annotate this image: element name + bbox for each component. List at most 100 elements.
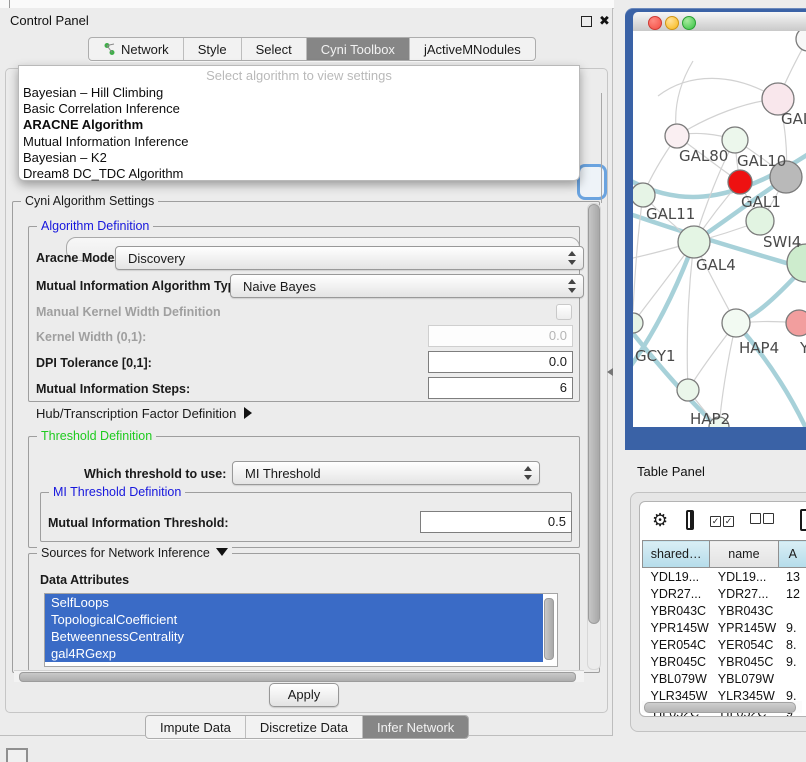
network-view-window[interactable]: GALGAL80GAL10GAL1GAL11SWI4GAL4HAP4YGCY1H… [625,8,806,450]
network-edge[interactable] [658,78,778,99]
table-cell: YER054C [643,636,710,653]
column-header[interactable]: shared… [643,541,710,568]
tab-label: Style [198,42,227,57]
close-window-icon[interactable] [648,16,662,30]
table-hscroll-thumb[interactable] [644,702,796,713]
network-window-titlebar[interactable] [633,12,806,32]
algorithm-option[interactable]: Dream8 DC_TDC Algorithm [19,166,579,182]
mi-steps-field[interactable]: 6 [428,377,573,399]
network-node[interactable] [633,183,655,207]
table-cell: YBR045C [710,653,778,670]
mi-type-combo[interactable]: Naive Bayes [230,274,584,298]
which-threshold-combo[interactable]: MI Threshold [232,461,540,485]
network-edge[interactable] [687,242,694,390]
manual-kernel-checkbox[interactable] [556,304,572,320]
table-row[interactable]: YBL079WYBL079W [643,670,806,687]
tab-cyni-toolbox[interactable]: Cyni Toolbox [307,38,410,60]
gear-icon[interactable]: ⚙ [652,510,668,531]
mi-threshold-field[interactable]: 0.5 [420,511,572,533]
algorithm-option[interactable]: Mutual Information Inference [19,134,579,150]
list-scrollbar-track[interactable] [545,595,556,665]
column-header[interactable]: A [778,541,806,568]
algorithm-option[interactable]: Bayesian – Hill Climbing [19,85,579,101]
table-row[interactable]: YDR27...YDR27...12 [643,585,806,602]
splitter-arrow-icon[interactable] [607,368,613,376]
control-panel-titlebar: Control Panel ✖ [0,8,612,34]
tab-label: Select [256,42,292,57]
tab-network[interactable]: Network [89,38,184,60]
settings-horizontal-scrollbar[interactable] [14,670,584,682]
node-label: GAL10 [737,152,786,170]
settings-group-title: Cyni Algorithm Settings [21,194,158,208]
sources-group-title[interactable]: Sources for Network Inference [37,546,232,560]
network-node[interactable] [665,124,689,148]
tab-impute-data[interactable]: Impute Data [146,716,246,738]
tab-label: jActiveMNodules [424,42,521,57]
network-node[interactable] [722,309,750,337]
table-cell: 13 [778,568,806,586]
collapsed-panel-icon[interactable] [6,748,28,762]
network-node[interactable] [728,170,752,194]
float-panel-icon[interactable] [581,16,592,27]
settings-vscroll-thumb[interactable] [588,204,600,624]
control-panel-tabs: Network Style Select Cyni Toolbox jActiveMNo… [88,37,536,61]
node-table-card: ⚙ ✓✓ shared…nameA YDL19...YDL19...13YDR2… [639,501,806,717]
tab-discretize-data[interactable]: Discretize Data [246,716,363,738]
table-row[interactable]: YBR043CYBR043C [643,602,806,619]
hub-definition-toggle[interactable]: Hub/Transcription Factor Definition [36,406,252,421]
combo-arrows-icon [568,251,576,265]
table-horizontal-scrollbar[interactable] [642,701,802,713]
table-row[interactable]: YER054CYER054C8. [643,636,806,653]
network-node[interactable] [677,379,699,401]
table-cell: YPR145W [710,619,778,636]
minimize-window-icon[interactable] [665,16,679,30]
table-row[interactable]: YBR045CYBR045C9. [643,653,806,670]
tab-select[interactable]: Select [242,38,307,60]
attribute-item-selected[interactable]: BetweennessCentrality [45,628,543,645]
combo-arrows-icon [568,279,576,293]
node-label: GAL80 [679,147,728,165]
network-graph: GALGAL80GAL10GAL1GAL11SWI4GAL4HAP4YGCY1H… [633,31,806,427]
select-all-checks-icon[interactable]: ✓✓ [708,511,734,529]
attribute-item-selected[interactable]: SelfLoops [45,594,543,611]
network-canvas[interactable]: GALGAL80GAL10GAL1GAL11SWI4GAL4HAP4YGCY1H… [633,31,806,427]
table-cell: YDR27... [643,585,710,602]
network-node[interactable] [746,207,774,235]
node-attribute-table: shared…nameA YDL19...YDL19...13YDR27...Y… [642,540,806,717]
column-header[interactable]: name [710,541,778,568]
network-node[interactable] [786,310,806,336]
aracne-mode-combo[interactable]: Discovery [115,246,584,270]
tab-jactivemnodules[interactable]: jActiveMNodules [410,38,535,60]
tab-style[interactable]: Style [184,38,242,60]
network-node[interactable] [678,226,710,258]
apply-button[interactable]: Apply [269,683,339,707]
table-cell: 9. [778,619,806,636]
kernel-width-field[interactable]: 0.0 [428,325,573,347]
network-icon [103,42,116,56]
settings-hscroll-thumb[interactable] [19,672,576,682]
table-row[interactable]: YDL19...YDL19...13 [643,568,806,586]
network-edge[interactable] [633,195,643,311]
network-node[interactable] [796,31,806,51]
split-columns-icon[interactable] [686,510,694,530]
table-cell: 9. [778,653,806,670]
table-cell: YDL19... [643,568,710,586]
mi-type-label: Mutual Information Algorithm Type: [36,279,246,293]
attribute-item-selected[interactable]: gal4RGexp [45,645,543,662]
attribute-item-selected[interactable]: TopologicalCoefficient [45,611,543,628]
close-panel-icon[interactable]: ✖ [599,13,610,29]
list-scrollbar-thumb[interactable] [544,598,554,660]
mi-threshold-label: Mutual Information Threshold: [48,516,229,530]
algorithm-option[interactable]: ARACNE Algorithm [19,117,579,133]
table-function-icon[interactable] [800,509,806,531]
dpi-tolerance-field[interactable]: 0.0 [428,351,573,373]
settings-vertical-scrollbar[interactable] [587,203,601,670]
network-node[interactable] [633,313,643,333]
zoom-window-icon[interactable] [682,16,696,30]
table-cell: 12 [778,585,806,602]
deselect-all-checks-icon[interactable] [748,511,774,529]
algorithm-option[interactable]: Basic Correlation Inference [19,101,579,117]
table-row[interactable]: YPR145WYPR145W9. [643,619,806,636]
tab-infer-network[interactable]: Infer Network [363,716,468,738]
algorithm-option[interactable]: Bayesian – K2 [19,150,579,166]
